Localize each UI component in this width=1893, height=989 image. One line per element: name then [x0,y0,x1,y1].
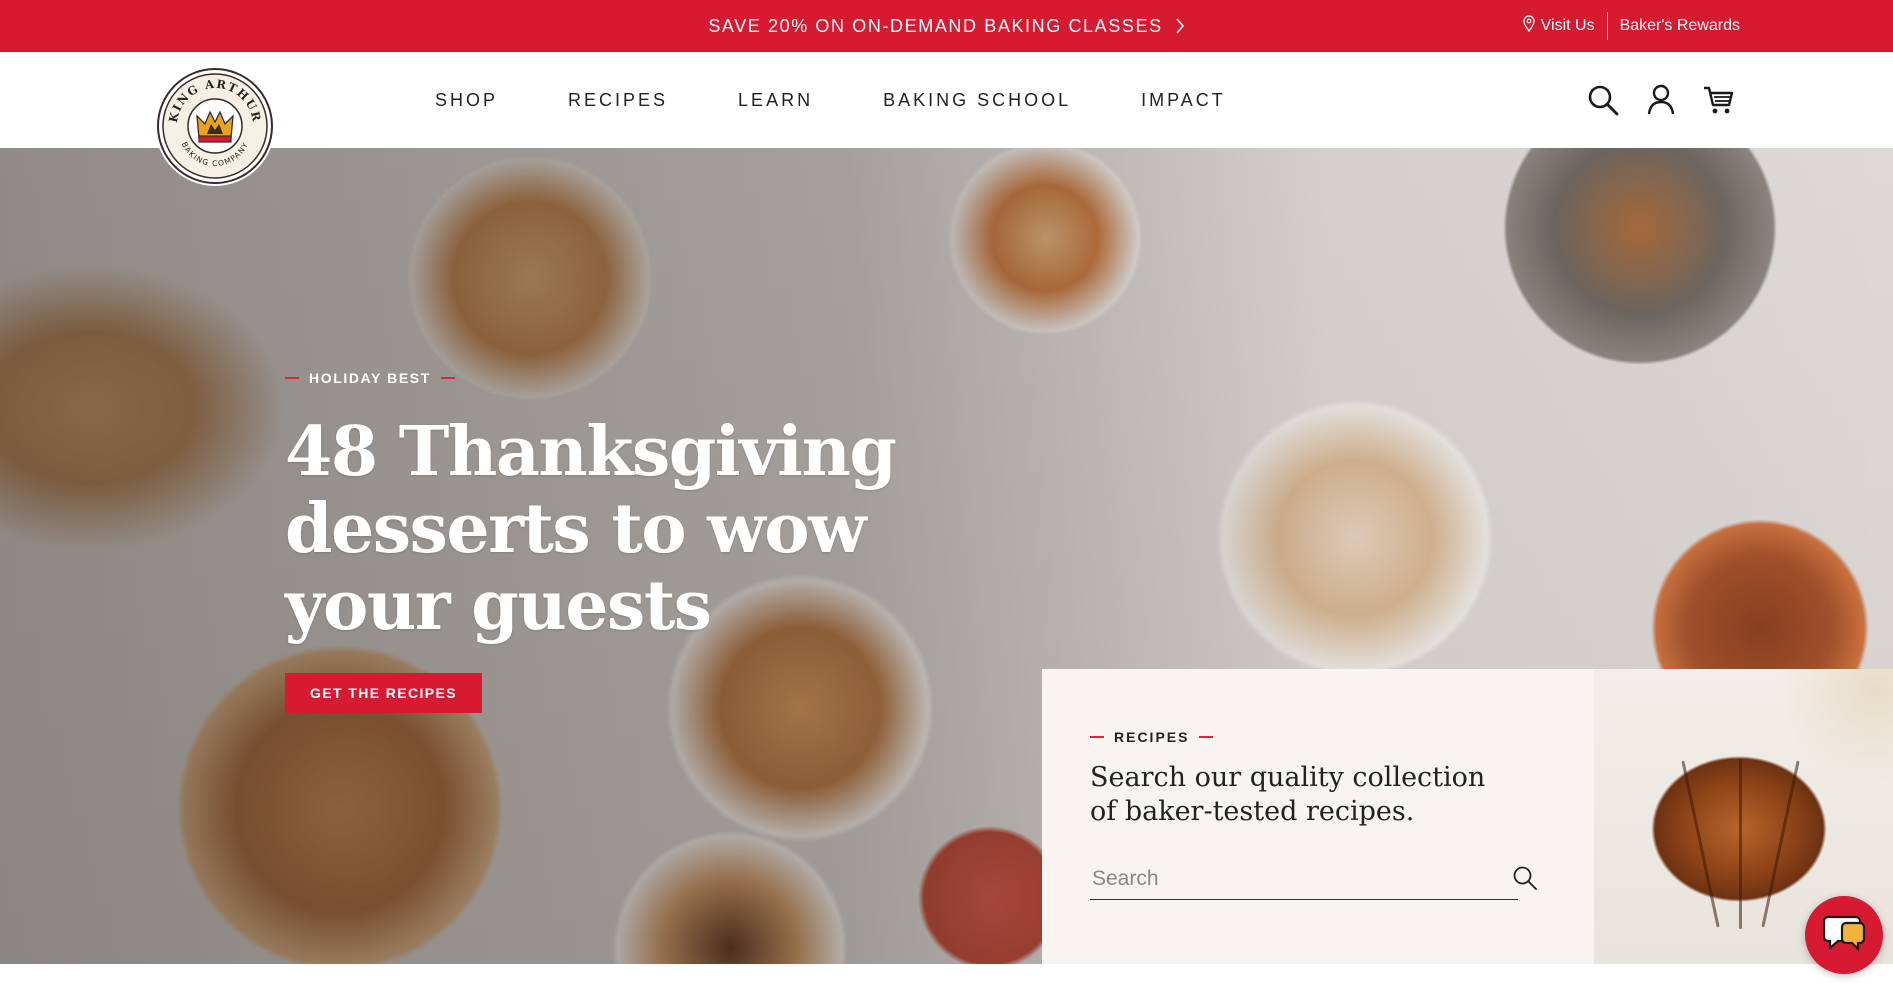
visit-us-label: Visit Us [1540,17,1595,34]
chat-button[interactable] [1805,896,1883,974]
chat-bubble-icon [1822,913,1866,958]
bakers-rewards-link[interactable]: Baker's Rewards [1620,17,1740,35]
nav-baking-school[interactable]: BAKING SCHOOL [848,90,1106,111]
hero-eyebrow: HOLIDAY BEST [285,370,1045,386]
nav-shop[interactable]: SHOP [400,90,533,111]
hero-eyebrow-text: HOLIDAY BEST [309,370,431,386]
image-detail [1761,760,1800,928]
divider [1606,12,1608,40]
hero-content: HOLIDAY BEST 48 Thanksgiving desserts to… [285,370,1045,713]
chevron-right-icon [1175,18,1185,34]
site-header: KING ARTHUR BAKING COMPANY SHOP RECIPES … [0,52,1893,186]
search-icon[interactable] [1512,865,1538,891]
map-pin-icon [1522,14,1535,32]
recipe-search-field [1090,861,1522,900]
visit-us-link[interactable]: Visit Us [1522,14,1595,35]
nav-recipes[interactable]: RECIPES [533,90,703,111]
king-arthur-logo[interactable]: KING ARTHUR BAKING COMPANY [155,66,275,186]
search-card-eyebrow: RECIPES [1090,729,1214,745]
search-icon[interactable] [1587,84,1619,116]
page-content-start [0,964,1893,989]
image-detail [1681,760,1720,928]
utility-links: Visit Us Baker's Rewards [1522,0,1740,52]
eyebrow-dash [440,377,455,379]
eyebrow-dash [1199,736,1214,738]
nav-learn[interactable]: LEARN [703,90,848,111]
image-detail [1739,759,1742,929]
nav-impact[interactable]: IMPACT [1106,90,1261,111]
promo-bar: SAVE 20% ON ON-DEMAND BAKING CLASSES Vis… [0,0,1893,52]
get-the-recipes-button[interactable]: GET THE RECIPES [285,673,483,713]
account-icon[interactable] [1647,84,1675,116]
recipe-search-input[interactable] [1090,861,1522,897]
main-nav: SHOP RECIPES LEARN BAKING SCHOOL IMPACT [400,52,1261,148]
bakers-rewards-label: Baker's Rewards [1619,17,1740,34]
search-card-eyebrow-text: RECIPES [1114,729,1190,745]
eyebrow-dash [285,377,299,379]
header-actions [1587,52,1735,148]
search-card-heading: Search our quality collection of baker-t… [1090,762,1486,827]
promo-text: SAVE 20% ON ON-DEMAND BAKING CLASSES [708,15,1163,36]
cart-icon[interactable] [1703,84,1735,116]
hero-title: 48 Thanksgiving desserts to wow your gue… [285,412,897,646]
recipe-search-card: RECIPES Search our quality collection of… [1042,669,1594,964]
eyebrow-dash [1090,736,1104,738]
logo-seal-icon: KING ARTHUR BAKING COMPANY [157,68,273,184]
